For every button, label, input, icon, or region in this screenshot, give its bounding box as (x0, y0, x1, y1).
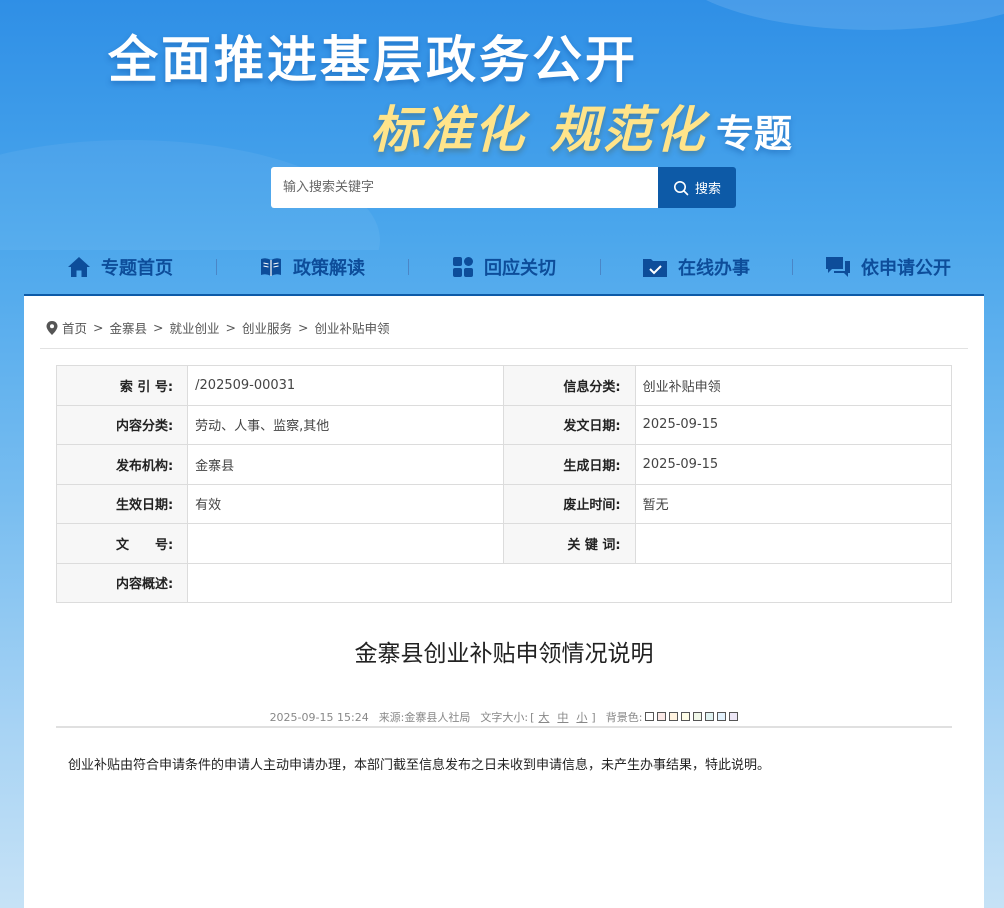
meta-key: 信息分类: (503, 365, 636, 406)
font-size-small-link[interactable]: 小 (576, 709, 587, 725)
bg-color-swatch[interactable] (645, 711, 655, 721)
nav-item-response[interactable]: 回应关切 (408, 254, 600, 280)
banner: 全面推进基层政务公开 标准化 规范化 专题 (0, 0, 1004, 250)
meta-key: 关 键 词: (503, 523, 636, 564)
info-meta-table: 索 引 号: /202509-00031 信息分类: 创业补贴申领 内容分类: … (55, 365, 953, 603)
nav-item-topic-home[interactable]: 专题首页 (24, 254, 216, 280)
meta-value: /202509-00031 (187, 365, 505, 406)
breadcrumb-separator: > (153, 320, 164, 335)
table-row: 文 号: 关 键 词: (55, 523, 953, 564)
breadcrumb-divider (40, 348, 968, 349)
meta-key: 发文日期: (503, 404, 636, 445)
bg-color-swatch[interactable] (657, 711, 667, 721)
nav-item-label: 依申请公开 (861, 258, 951, 279)
bg-color-swatch[interactable] (729, 711, 739, 721)
breadcrumb-link-employment[interactable]: 就业创业 (170, 318, 220, 337)
meta-value: 创业补贴申领 (634, 365, 953, 406)
breadcrumb-link-entrepreneurship[interactable]: 创业服务 (242, 318, 292, 337)
nav-item-apply-disclosure[interactable]: 依申请公开 (792, 254, 984, 280)
banner-subtitle: 标准化 规范化 专题 (370, 90, 792, 162)
font-size-label: 文字大小: (480, 711, 529, 724)
bg-color-swatch[interactable] (669, 711, 679, 721)
search-icon (673, 180, 689, 195)
nav-item-online-service[interactable]: 在线办事 (600, 254, 792, 280)
banner-title: 全面推进基层政务公开 (108, 31, 638, 89)
table-row: 发布机构: 金寨县 生成日期: 2025-09-15 (55, 444, 953, 485)
search-input[interactable] (271, 167, 658, 208)
meta-value (187, 523, 505, 564)
bg-color-swatch[interactable] (717, 711, 727, 721)
breadcrumb: 首页 > 金寨县 > 就业创业 > 创业服务 > 创业补贴申领 (46, 318, 390, 337)
article-divider (56, 726, 952, 728)
breadcrumb-link-home[interactable]: 首页 (62, 318, 87, 337)
meta-value: 2025-09-15 (634, 444, 953, 485)
font-size-medium-link[interactable]: 中 (557, 709, 568, 725)
breadcrumb-separator: > (298, 320, 309, 335)
bracket-open: [ (530, 710, 535, 724)
meta-value: 2025-09-15 (634, 404, 953, 445)
breadcrumb-separator: > (93, 320, 104, 335)
meta-key: 生成日期: (503, 444, 636, 485)
article-title: 金寨县创业补贴申领情况说明 (354, 641, 654, 667)
meta-value (187, 562, 952, 603)
banner-subtitle-normalization: 规范化 (550, 100, 706, 159)
meta-key: 内容分类: (55, 404, 189, 445)
bg-color-swatch[interactable] (693, 711, 703, 721)
meta-value: 金寨县 (187, 444, 505, 485)
article-body: 创业补贴由符合申请条件的申请人主动申请办理，本部门截至信息发布之日未收到申请信息… (68, 758, 771, 773)
content-panel: 首页 > 金寨县 > 就业创业 > 创业服务 > 创业补贴申领 索 引 号: /… (24, 296, 984, 908)
nav-item-label: 政策解读 (293, 258, 365, 279)
book-icon (261, 258, 281, 276)
article-meta: 2025-09-15 15:24 来源: 金寨县人社局 文字大小: [ 大 中 … (24, 709, 984, 725)
nav-item-policy-interpretation[interactable]: 政策解读 (216, 254, 408, 280)
search-bar: 搜索 (271, 167, 736, 208)
meta-key: 发布机构: (55, 444, 189, 485)
bg-color-label: 背景色: (605, 711, 643, 724)
table-row: 内容分类: 劳动、人事、监察,其他 发文日期: 2025-09-15 (55, 404, 953, 445)
meta-value: 暂无 (634, 483, 953, 524)
meta-key: 废止时间: (503, 483, 636, 524)
banner-subtitle-topic: 专题 (716, 112, 793, 156)
meta-key: 文 号: (55, 523, 189, 564)
article-datetime: 2025-09-15 15:24 (269, 710, 369, 724)
search-button[interactable]: 搜索 (658, 167, 736, 208)
search-button-label: 搜索 (694, 182, 721, 197)
breadcrumb-link-subsidy[interactable]: 创业补贴申领 (315, 318, 390, 337)
meta-key: 生效日期: (55, 483, 189, 524)
table-row: 索 引 号: /202509-00031 信息分类: 创业补贴申领 (55, 365, 953, 406)
bg-color-swatch[interactable] (681, 711, 691, 721)
grid-icon (453, 257, 473, 277)
chat-icon (826, 257, 850, 277)
meta-key: 索 引 号: (55, 365, 189, 406)
meta-value: 有效 (187, 483, 505, 524)
folder-check-icon (643, 259, 667, 277)
meta-key: 内容概述: (55, 562, 189, 603)
table-row: 生效日期: 有效 废止时间: 暂无 (55, 483, 953, 524)
table-row: 内容概述: (55, 562, 952, 603)
nav-item-label: 专题首页 (101, 258, 173, 279)
location-pin-icon (46, 320, 58, 335)
breadcrumb-separator: > (225, 320, 236, 335)
bg-color-swatch[interactable] (705, 711, 715, 721)
bracket-close: ] (591, 710, 596, 724)
article-source-label: 来源: (378, 711, 405, 724)
meta-value (634, 523, 953, 564)
breadcrumb-link-county[interactable]: 金寨县 (110, 318, 148, 337)
article-source: 金寨县人社局 (404, 711, 471, 724)
home-icon (68, 257, 90, 277)
banner-subtitle-standardization: 标准化 (370, 100, 526, 159)
bg-color-swatches (642, 711, 739, 724)
meta-value: 劳动、人事、监察,其他 (187, 404, 505, 445)
topic-nav: 专题首页 政策解读 回应关切 在线办事 依申请公开 (24, 242, 984, 292)
nav-item-label: 在线办事 (678, 258, 750, 279)
nav-item-label: 回应关切 (484, 258, 556, 279)
font-size-large-link[interactable]: 大 (538, 709, 549, 725)
